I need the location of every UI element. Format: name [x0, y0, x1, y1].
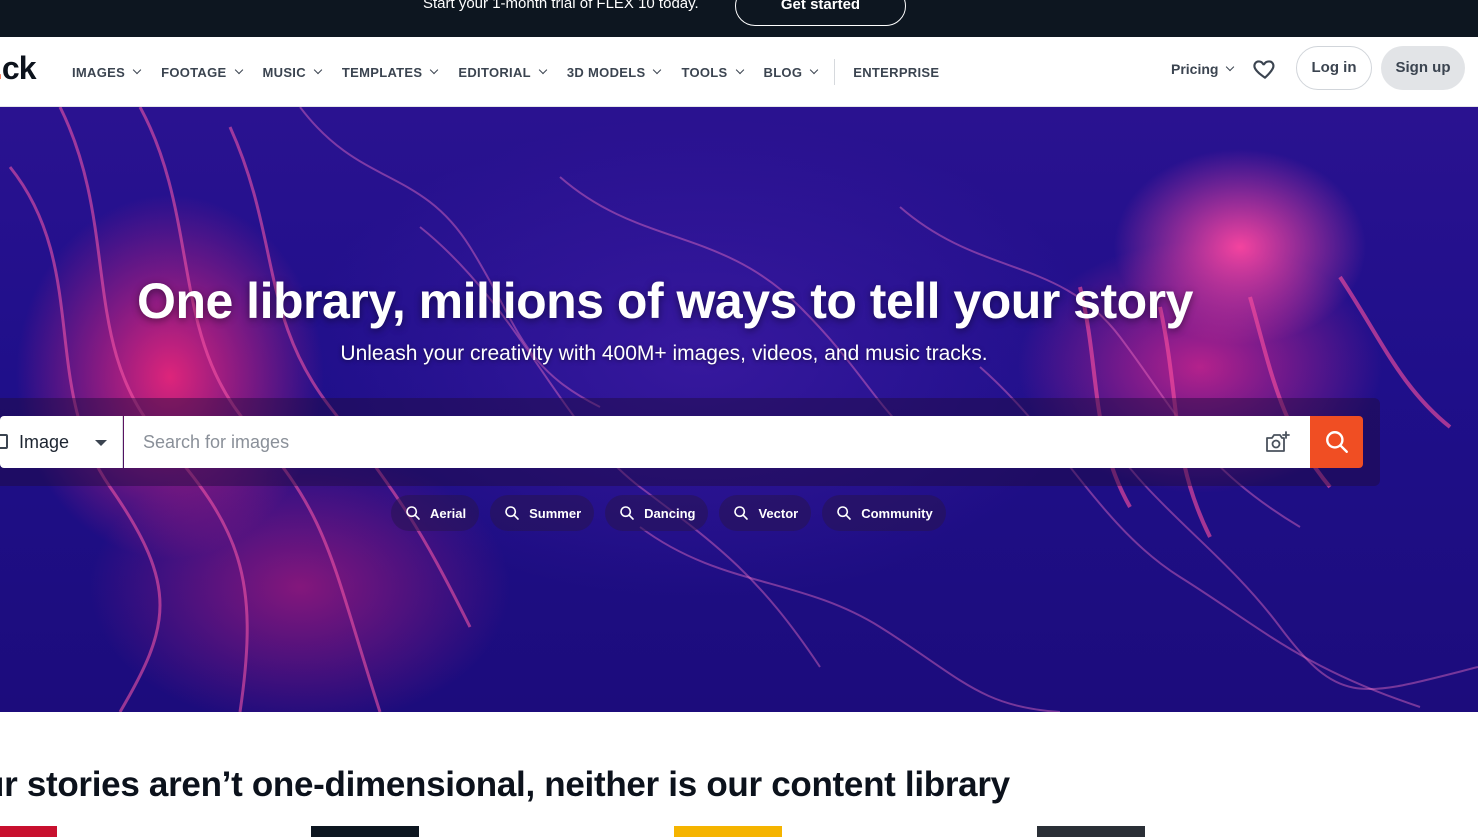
hero-banner: One library, millions of ways to tell yo… [0, 107, 1478, 712]
hero-subtitle: Unleash your creativity with 400M+ image… [340, 342, 988, 365]
logo[interactable]: .ck [0, 50, 37, 87]
search-input[interactable] [124, 416, 1310, 468]
chevron-down-icon [735, 65, 744, 75]
promo-text: Start your 1-month trial of FLEX 10 toda… [423, 0, 699, 12]
chip-label: Vector [758, 505, 799, 521]
suggestion-chips: Aerial Summer Dancing Vector Community [391, 495, 957, 531]
nav-item-label: 3D MODELS [566, 64, 646, 80]
nav-item-label: FOOTAGE [161, 64, 227, 80]
signup-button[interactable]: Sign up [1381, 46, 1465, 90]
chip-summer[interactable]: Summer [490, 495, 595, 531]
nav-item-3d-models[interactable]: 3D MODELS [566, 64, 662, 80]
nav-item-editorial[interactable]: EDITORIAL [458, 64, 548, 80]
chip-dancing[interactable]: Dancing [605, 495, 709, 531]
nav-item-footage[interactable]: FOOTAGE [161, 64, 243, 80]
nav-item-label: TOOLS [681, 64, 728, 80]
chip-label: Community [861, 505, 933, 521]
nav-item-music[interactable]: MUSIC [262, 64, 323, 80]
search-type-dropdown[interactable]: Image [0, 416, 123, 468]
signup-label: Sign up [1395, 59, 1451, 76]
nav-item-label: EDITORIAL [458, 64, 531, 80]
section-title: ur stories aren’t one-dimensional, neith… [0, 765, 1010, 804]
search-icon [406, 506, 420, 520]
get-started-label: Get started [780, 0, 861, 13]
content-thumbnail[interactable] [674, 826, 782, 837]
chip-label: Dancing [644, 505, 696, 521]
nav-item-images[interactable]: IMAGES [72, 64, 142, 80]
nav-item-label: IMAGES [72, 64, 126, 80]
chip-vector[interactable]: Vector [719, 495, 812, 531]
content-thumbnail[interactable] [1037, 826, 1145, 837]
chevron-down-icon [810, 65, 819, 75]
image-icon [0, 434, 8, 449]
chip-community[interactable]: Community [822, 495, 946, 531]
search-icon [837, 506, 852, 520]
nav-item-templates[interactable]: TEMPLATES [341, 64, 439, 80]
login-label: Log in [1311, 59, 1357, 76]
nav-divider [834, 59, 836, 85]
heart-icon[interactable] [1252, 56, 1278, 82]
nav-item-label: ENTERPRISE [853, 64, 940, 80]
content-thumbnail[interactable] [0, 826, 57, 837]
chevron-down-icon [538, 65, 548, 75]
chip-label: Summer [529, 505, 582, 521]
pricing-menu[interactable]: Pricing [1171, 61, 1235, 77]
chevron-down-icon [1226, 62, 1235, 72]
chevron-down-icon [653, 65, 662, 75]
nav-menu: IMAGES FOOTAGE MUSIC TEMPLATES EDITORIAL… [72, 37, 960, 107]
nav-item-label: TEMPLATES [341, 64, 423, 80]
search-button[interactable] [1310, 416, 1363, 468]
chevron-down-icon [234, 65, 243, 75]
camera-search-icon[interactable] [1264, 430, 1292, 454]
nav-item-enterprise[interactable]: ENTERPRISE [853, 65, 939, 80]
search-icon [620, 506, 634, 520]
chip-label: Aerial [430, 505, 467, 521]
nav-item-label: BLOG [763, 64, 803, 80]
search-icon [505, 506, 519, 520]
nav-item-label: MUSIC [262, 64, 306, 80]
nav-item-tools[interactable]: TOOLS [681, 64, 744, 80]
get-started-button[interactable]: Get started [735, 0, 906, 26]
search-type-label: Image [19, 432, 70, 452]
promo-bar: Start your 1-month trial of FLEX 10 toda… [0, 0, 1478, 37]
content-thumbnail[interactable] [311, 826, 419, 837]
hero-title: One library, millions of ways to tell yo… [137, 273, 1193, 329]
login-button[interactable]: Log in [1296, 46, 1372, 90]
search-icon [1326, 431, 1348, 453]
nav-item-blog[interactable]: BLOG [763, 64, 819, 80]
logo-text: ck [1, 50, 37, 86]
pricing-label: Pricing [1171, 61, 1219, 77]
caret-down-icon [95, 440, 107, 446]
chevron-down-icon [430, 65, 439, 75]
chip-aerial[interactable]: Aerial [391, 495, 480, 531]
chevron-down-icon [132, 65, 142, 75]
search-icon [734, 506, 749, 520]
chevron-down-icon [313, 65, 323, 75]
main-nav: .ck IMAGES FOOTAGE MUSIC TEMPLATES EDITO… [0, 37, 1478, 107]
